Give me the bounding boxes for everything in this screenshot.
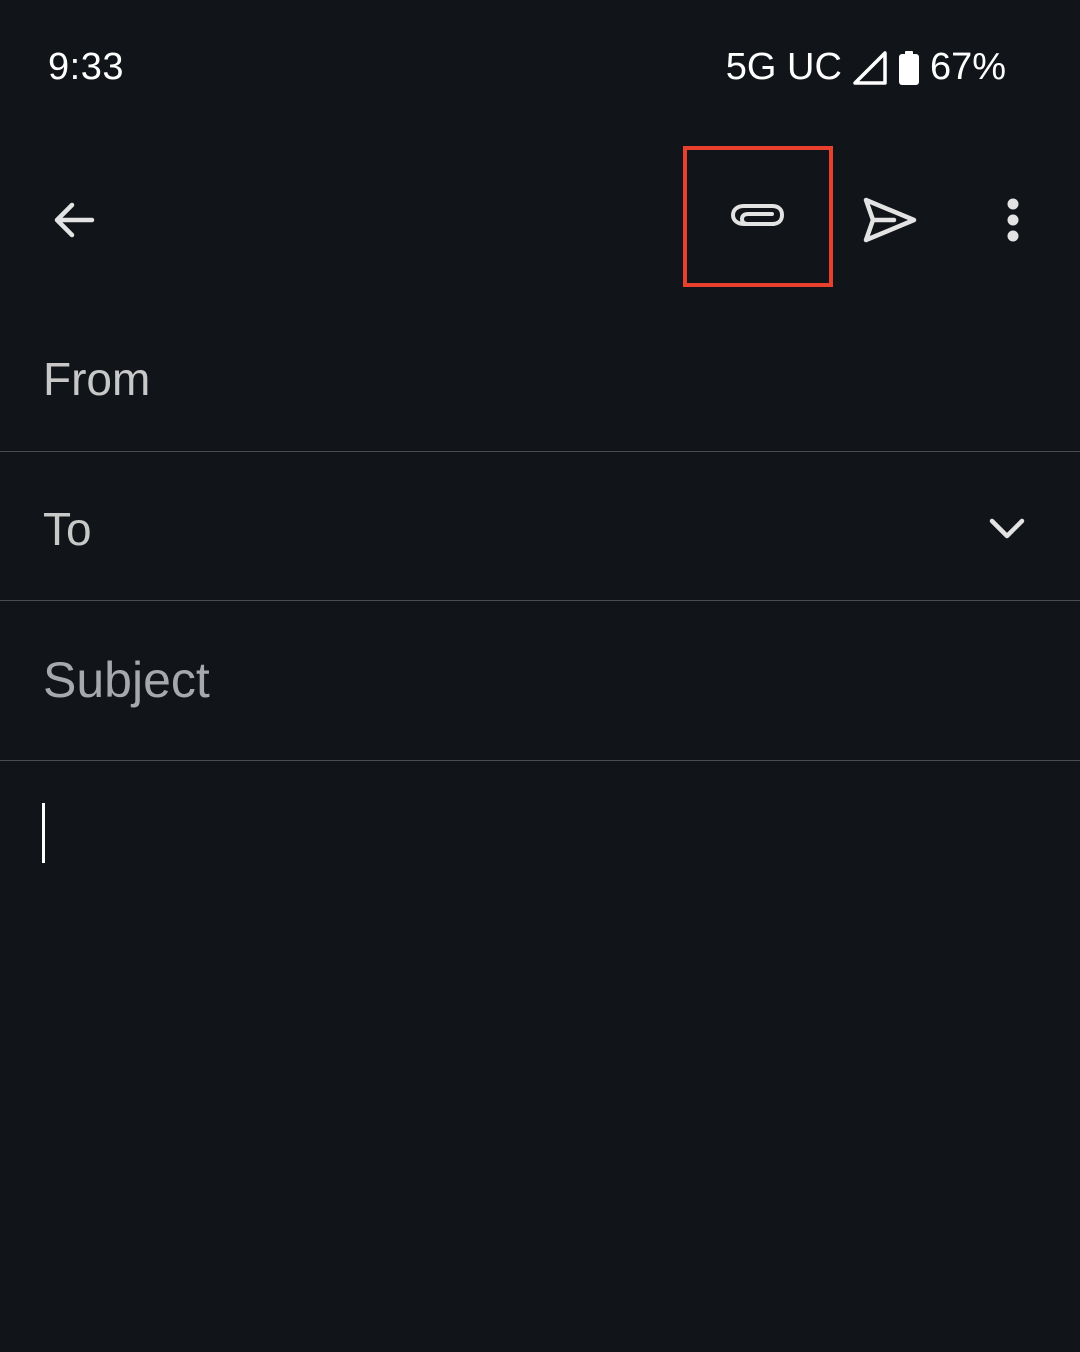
status-time: 9:33 bbox=[48, 46, 124, 88]
send-button[interactable] bbox=[850, 182, 930, 258]
network-type: 5G UC bbox=[725, 46, 842, 88]
more-options-button[interactable] bbox=[980, 182, 1046, 258]
back-button[interactable] bbox=[36, 182, 112, 258]
from-field[interactable]: From bbox=[0, 300, 1080, 452]
to-label: To bbox=[43, 503, 92, 555]
status-bar: 9:33 5G UC 67% bbox=[0, 0, 1080, 130]
send-icon bbox=[863, 197, 917, 243]
signal-icon bbox=[852, 50, 888, 86]
more-vert-icon bbox=[1007, 198, 1019, 242]
status-indicators: 5G UC 67% bbox=[726, 46, 1006, 89]
battery-percent: 67% bbox=[929, 46, 1006, 88]
compose-toolbar bbox=[0, 146, 1080, 292]
subject-placeholder: Subject bbox=[43, 652, 210, 708]
to-field[interactable]: To bbox=[0, 452, 1080, 601]
chevron-down-icon[interactable] bbox=[984, 506, 1030, 552]
battery-icon bbox=[898, 50, 920, 86]
back-arrow-icon bbox=[54, 202, 95, 238]
attach-button[interactable] bbox=[683, 146, 833, 287]
subject-field[interactable]: Subject bbox=[0, 601, 1080, 761]
from-label: From bbox=[43, 353, 151, 405]
paperclip-icon bbox=[731, 203, 784, 226]
compose-body[interactable] bbox=[0, 761, 1080, 1352]
text-cursor bbox=[42, 803, 45, 863]
